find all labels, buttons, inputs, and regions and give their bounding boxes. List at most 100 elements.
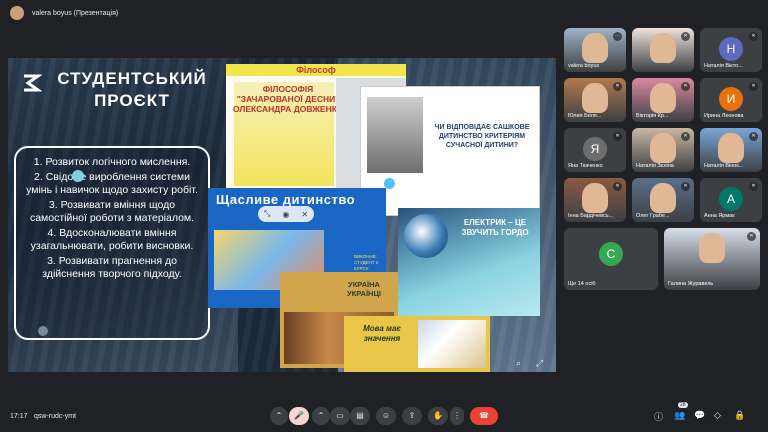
language-photo [418, 320, 486, 368]
participant-name: Юлия Беля... [568, 113, 602, 119]
goals-list: 1. Розвиток логічного мислення. 2. Свідо… [14, 146, 210, 340]
participant-video [582, 33, 608, 63]
zoom-icon[interactable]: ⌕ [516, 358, 521, 369]
decor-dot [38, 326, 48, 336]
captions-icon[interactable]: ▤ [350, 407, 370, 425]
slide-card-language: Мова має значення [344, 316, 490, 372]
bottom-bar: 17:17 qsw-rudc-ymt ⌃ 🎤 ⌃ ▭ ▤ ☺ ⇪ ✋ ⋮ ☎ ⓘ… [0, 400, 768, 432]
mic-muted-icon: ✕ [681, 182, 690, 191]
participant-tile[interactable]: ✕ Наталія Вінок... [700, 128, 762, 172]
card-author: ВИКОНАВ: СТУДЕНТ 2 КУРСУ [354, 254, 379, 271]
mic-muted-icon: ✕ [613, 82, 622, 91]
card-title: УКРАЇНА УКРАЇНЦІ [346, 280, 382, 298]
participant-name: Ирина Леонова [704, 113, 744, 119]
decor-dot [72, 170, 84, 182]
participant-tile[interactable]: ✕ Галина Журавель [664, 228, 760, 290]
mic-muted-icon: ✕ [681, 132, 690, 141]
participant-video [699, 233, 725, 263]
goal-item: 1. Розвиток логічного мислення. [33, 156, 191, 168]
goal-item: 4. Вдосконалювати вміння узагальнювати, … [30, 227, 194, 252]
goal-item: 2. Свідоме вироблення системи умінь і на… [26, 171, 198, 196]
portrait-image [367, 97, 423, 173]
mic-muted-icon: ✕ [681, 82, 690, 91]
card-question: ЧИ ВІДПОВІДАЄ САШКОВЕ ДИТИНСТВО КРИТЕРІЯ… [434, 124, 530, 149]
shared-screen: СТУДЕНТСЬКИЙ ПРОЄКТ 1. Розвиток логічног… [8, 58, 556, 372]
activities-icon[interactable]: ◇ [714, 410, 721, 421]
participant-tile[interactable]: ✕ Юлия Беля... [564, 78, 626, 122]
participant-video [650, 133, 676, 163]
participant-video [582, 183, 608, 213]
more-participants-tile[interactable]: С Ще 14 осіб [564, 228, 658, 290]
participant-tile[interactable]: ✕ Інна Бардічевсь... [564, 178, 626, 222]
avatar: А [719, 187, 743, 211]
mic-muted-icon: ✕ [749, 32, 758, 41]
participant-tile[interactable]: ✕ Вікторія Кр... [632, 78, 694, 122]
more-icon[interactable]: ⋮ [450, 407, 464, 425]
participant-tile[interactable]: ✕ Олег Грабе... [632, 178, 694, 222]
avatar: И [719, 87, 743, 111]
presenter-avatar [10, 6, 24, 20]
audio-options-button[interactable]: ⌃ [270, 407, 288, 425]
mic-off-icon[interactable]: 🎤 [289, 407, 309, 425]
meeting-code: qsw-rudc-ymt [34, 412, 77, 420]
presentation-title: valera boyus (Презентація) [32, 9, 119, 17]
mic-muted-icon: ✕ [749, 132, 758, 141]
chat-icon[interactable]: 💬 [694, 410, 705, 421]
people-count-badge: 28 [678, 402, 688, 408]
speaking-indicator-icon: ⋯ [613, 32, 622, 41]
participant-video [650, 33, 676, 63]
pin-icon[interactable]: ◉ [282, 210, 289, 219]
participant-name: Яна Ткаченко [568, 163, 603, 169]
participant-tile[interactable]: ✕ Наталія Зєніна [632, 128, 694, 172]
goal-item: 3. Розвивати прагнення до здійснення тво… [42, 255, 182, 280]
avatar: Я [583, 137, 607, 161]
mic-muted-icon: ✕ [613, 132, 622, 141]
end-call-icon[interactable]: ☎ [470, 407, 498, 425]
camera-icon[interactable]: ▭ [330, 407, 350, 425]
fullscreen-icon[interactable]: ⤢ [536, 358, 543, 369]
participant-tile[interactable]: И ✕ Ирина Леонова [700, 78, 762, 122]
participant-name: Наталія Зєніна [636, 163, 674, 169]
participant-tile[interactable]: Я ✕ Яна Ткаченко [564, 128, 626, 172]
participant-name: Вікторія Кр... [636, 113, 669, 119]
participant-tile[interactable]: ✕ [632, 28, 694, 72]
card-header: Філософ [226, 64, 406, 76]
emoji-icon[interactable]: ☺ [376, 407, 396, 425]
info-icon[interactable]: ⓘ [654, 410, 663, 423]
avatar: Н [719, 37, 743, 61]
mic-muted-icon: ✕ [749, 182, 758, 191]
participant-video [650, 83, 676, 113]
clock: 17:17 [10, 412, 28, 420]
raise-hand-icon[interactable]: ✋ [428, 407, 448, 425]
mic-muted-icon: ✕ [681, 32, 690, 41]
slide-toolbar: ⤡ ◉ ✕ [258, 206, 314, 222]
participant-name: Галина Журавель [668, 281, 714, 287]
card-title: Щасливе дитинство [216, 192, 356, 207]
video-options-button[interactable]: ⌃ [312, 407, 330, 425]
participant-video [582, 83, 608, 113]
card-title: Мова має значення [363, 324, 401, 343]
more-icon[interactable]: ✕ [301, 210, 308, 219]
participant-name: Анна Ярмак [704, 213, 735, 219]
participant-tile[interactable]: Н ✕ Наталія Вікто... [700, 28, 762, 72]
participant-video [650, 183, 676, 213]
card-title: ФІЛОСОФІЯ "ЗАЧАРОВАНОЇ ДЕСНИ" ОЛЕКСАНДРА… [232, 84, 344, 114]
mic-muted-icon: ✕ [747, 232, 756, 241]
shrink-icon[interactable]: ⤡ [264, 209, 270, 219]
participant-name: Інна Бардічевсь... [568, 213, 614, 219]
participant-tile[interactable]: А ✕ Анна Ярмак [700, 178, 762, 222]
present-icon[interactable]: ⇪ [402, 407, 422, 425]
participant-name: Наталія Вінок... [704, 163, 744, 169]
host-controls-icon[interactable]: 🔒 [734, 410, 745, 421]
goal-item: 3. Розвивати вміння щодо самостійної роб… [29, 199, 195, 224]
window-title-bar: valera boyus (Презентація) [0, 0, 768, 26]
people-icon[interactable]: 👥 [674, 410, 685, 421]
project-logo-icon [20, 72, 44, 96]
participant-name: Наталія Вікто... [704, 63, 743, 69]
mic-muted-icon: ✕ [613, 182, 622, 191]
avatar: С [599, 242, 623, 266]
participant-tile[interactable]: ⋯ valera boyus [564, 28, 626, 72]
slide-title: СТУДЕНТСЬКИЙ ПРОЄКТ [57, 69, 207, 110]
participant-name: Олег Грабе... [636, 213, 670, 219]
participant-video [718, 133, 744, 163]
